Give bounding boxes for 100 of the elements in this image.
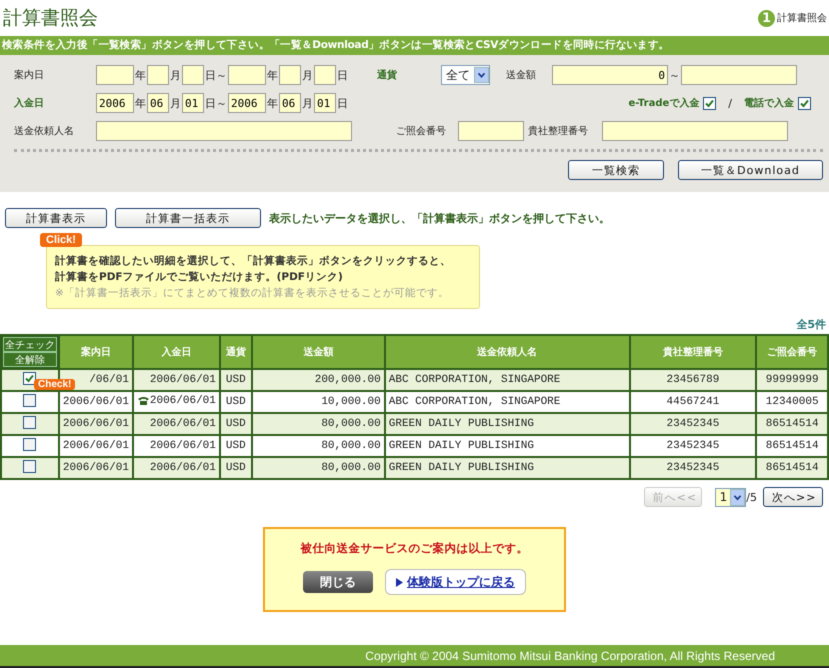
date-unit: 日～ bbox=[205, 68, 227, 82]
table-cell: 80,000.00 bbox=[252, 413, 385, 435]
date-unit: 年 bbox=[267, 68, 278, 82]
date-unit: 月 bbox=[170, 96, 181, 110]
statement-button[interactable]: 計算書表示 bbox=[5, 208, 107, 228]
date-unit: 月 bbox=[302, 96, 313, 110]
amount-input[interactable]: 0 bbox=[552, 65, 668, 85]
table-cell: 2006/06/01 bbox=[132, 391, 220, 413]
table-cell: 99999999 bbox=[756, 369, 828, 391]
date-input[interactable]: 06 bbox=[147, 93, 169, 113]
clear-all-button[interactable]: 全解除 bbox=[3, 352, 57, 367]
field-label: 送金依頼人名 bbox=[14, 124, 75, 138]
date-input[interactable]: 01 bbox=[314, 93, 336, 113]
table-cell: 2006/06/01 bbox=[58, 391, 133, 413]
table-cell: 2006/06/01 bbox=[132, 435, 220, 457]
page-title: 計算書照会 bbox=[3, 6, 98, 31]
close-button[interactable]: 閉じる bbox=[303, 571, 373, 593]
table-cell: 80,000.00 bbox=[252, 435, 385, 457]
column-header: 送金額 bbox=[252, 335, 385, 369]
date-input[interactable]: 06 bbox=[279, 93, 301, 113]
table-cell: 80,000.00 bbox=[252, 457, 385, 479]
click-badge: Click! bbox=[40, 233, 82, 247]
step-label: 計算書照会 bbox=[777, 12, 827, 25]
checkbox[interactable] bbox=[23, 394, 36, 406]
field-label: 入金日 bbox=[14, 96, 45, 110]
table-cell: 23452345 bbox=[630, 413, 756, 435]
checkbox-label: e-Tradeで入金 bbox=[628, 96, 700, 110]
table-cell: 86514514 bbox=[756, 413, 828, 435]
field-label: 案内日 bbox=[14, 68, 45, 82]
notice-message: 被仕向送金サービスのご案内は以上です。 bbox=[300, 541, 528, 556]
search-button[interactable]: 一覧検索 bbox=[568, 160, 664, 180]
column-header: ご照会番号 bbox=[756, 335, 828, 369]
date-input[interactable]: 2006 bbox=[96, 93, 134, 113]
page-count: /5 bbox=[746, 490, 757, 504]
instruction-banner: 検索条件を入力後「一覧検索」ボタンを押して下さい。「一覧＆Download」ボタンは一覧検索とCSVダウンロードを同時に行ないます。 bbox=[0, 36, 829, 55]
checkbox[interactable] bbox=[703, 96, 716, 110]
action-hint: 表示したいデータを選択し、「計算書表示」ボタンを押して下さい。 bbox=[269, 210, 610, 226]
table-cell: ABC CORPORATION, SINGAPORE bbox=[384, 369, 630, 391]
table-cell: 2006/06/01 bbox=[58, 413, 133, 435]
remitter-input[interactable] bbox=[96, 121, 352, 141]
checkbox-label: 電話で入金 bbox=[744, 96, 794, 110]
copyright-footer: Copyright © 2004 Sumitomo Mitsui Banking Corporation, All Rights Reserved bbox=[0, 645, 829, 668]
check-all-button[interactable]: 全チェック bbox=[3, 337, 57, 352]
checkbox[interactable] bbox=[798, 96, 811, 110]
currency-select[interactable]: 全て bbox=[441, 65, 490, 85]
date-unit: 日 bbox=[337, 96, 348, 110]
reference-input[interactable] bbox=[458, 121, 524, 141]
back-to-top-link[interactable]: 体験版トップに戻る bbox=[385, 569, 526, 595]
column-header: 案内日 bbox=[58, 335, 133, 369]
total-count: 全5件 bbox=[795, 317, 827, 333]
field-label: ご照会番号 bbox=[396, 124, 447, 138]
date-unit: 年 bbox=[135, 68, 146, 82]
phone-icon bbox=[138, 396, 149, 406]
date-input[interactable]: 2006 bbox=[228, 93, 266, 113]
date-input[interactable] bbox=[314, 65, 336, 85]
amount-input[interactable] bbox=[681, 65, 797, 85]
table-cell: 86514514 bbox=[756, 435, 828, 457]
tooltip-text: 計算書をPDFファイルでご覧いただけます。(PDFリンク) bbox=[55, 270, 344, 285]
date-unit: 月 bbox=[170, 68, 181, 82]
date-unit: 年 bbox=[267, 96, 278, 110]
column-header: 送金依頼人名 bbox=[384, 335, 630, 369]
table-cell: 86514514 bbox=[756, 457, 828, 479]
column-header: 入金日 bbox=[132, 335, 220, 369]
table-cell: 23452345 bbox=[630, 435, 756, 457]
date-unit: 年 bbox=[135, 96, 146, 110]
date-input[interactable] bbox=[279, 65, 301, 85]
date-input[interactable] bbox=[96, 65, 134, 85]
table-cell: 2006/06/01 bbox=[58, 457, 133, 479]
date-input[interactable]: 01 bbox=[182, 93, 204, 113]
date-input[interactable] bbox=[147, 65, 169, 85]
checkbox[interactable] bbox=[23, 372, 36, 385]
table-cell: GREEN DAILY PUBLISHING bbox=[384, 413, 630, 435]
step-number: 1 bbox=[758, 10, 775, 26]
search-button[interactable]: 一覧＆Download bbox=[678, 160, 823, 180]
field-label: 貴社整理番号 bbox=[528, 124, 589, 138]
page-select[interactable]: 1 bbox=[714, 488, 746, 506]
table-cell: 2006/06/01 bbox=[132, 457, 220, 479]
table-cell: ABC CORPORATION, SINGAPORE bbox=[384, 391, 630, 413]
column-header: 通貨 bbox=[220, 335, 252, 369]
field-label: 送金額 bbox=[506, 68, 537, 82]
checkbox[interactable] bbox=[23, 438, 36, 450]
date-input[interactable] bbox=[228, 65, 266, 85]
field-label: 通貨 bbox=[377, 68, 398, 82]
table-cell: 2006/06/01 bbox=[58, 435, 133, 457]
table-cell: GREEN DAILY PUBLISHING bbox=[384, 457, 630, 479]
column-header: 貴社整理番号 bbox=[630, 335, 756, 369]
checkbox[interactable] bbox=[23, 416, 36, 428]
date-unit: 日 bbox=[337, 68, 348, 82]
date-input[interactable] bbox=[182, 65, 204, 85]
table-cell: 23452345 bbox=[630, 457, 756, 479]
table-cell: 200,000.00 bbox=[252, 369, 385, 391]
table-cell: GREEN DAILY PUBLISHING bbox=[384, 435, 630, 457]
triangle-icon bbox=[396, 578, 403, 586]
company-number-input[interactable] bbox=[602, 121, 788, 141]
tooltip-text: 計算書を確認したい明細を選択して、「計算書表示」ボタンをクリックすると、 bbox=[55, 254, 452, 269]
next-button[interactable]: 次へ>> bbox=[763, 487, 823, 507]
range-separator: ～ bbox=[669, 68, 680, 82]
checkbox[interactable] bbox=[23, 460, 36, 472]
statement-button[interactable]: 計算書一括表示 bbox=[115, 208, 261, 228]
table-cell: 10,000.00 bbox=[252, 391, 385, 413]
